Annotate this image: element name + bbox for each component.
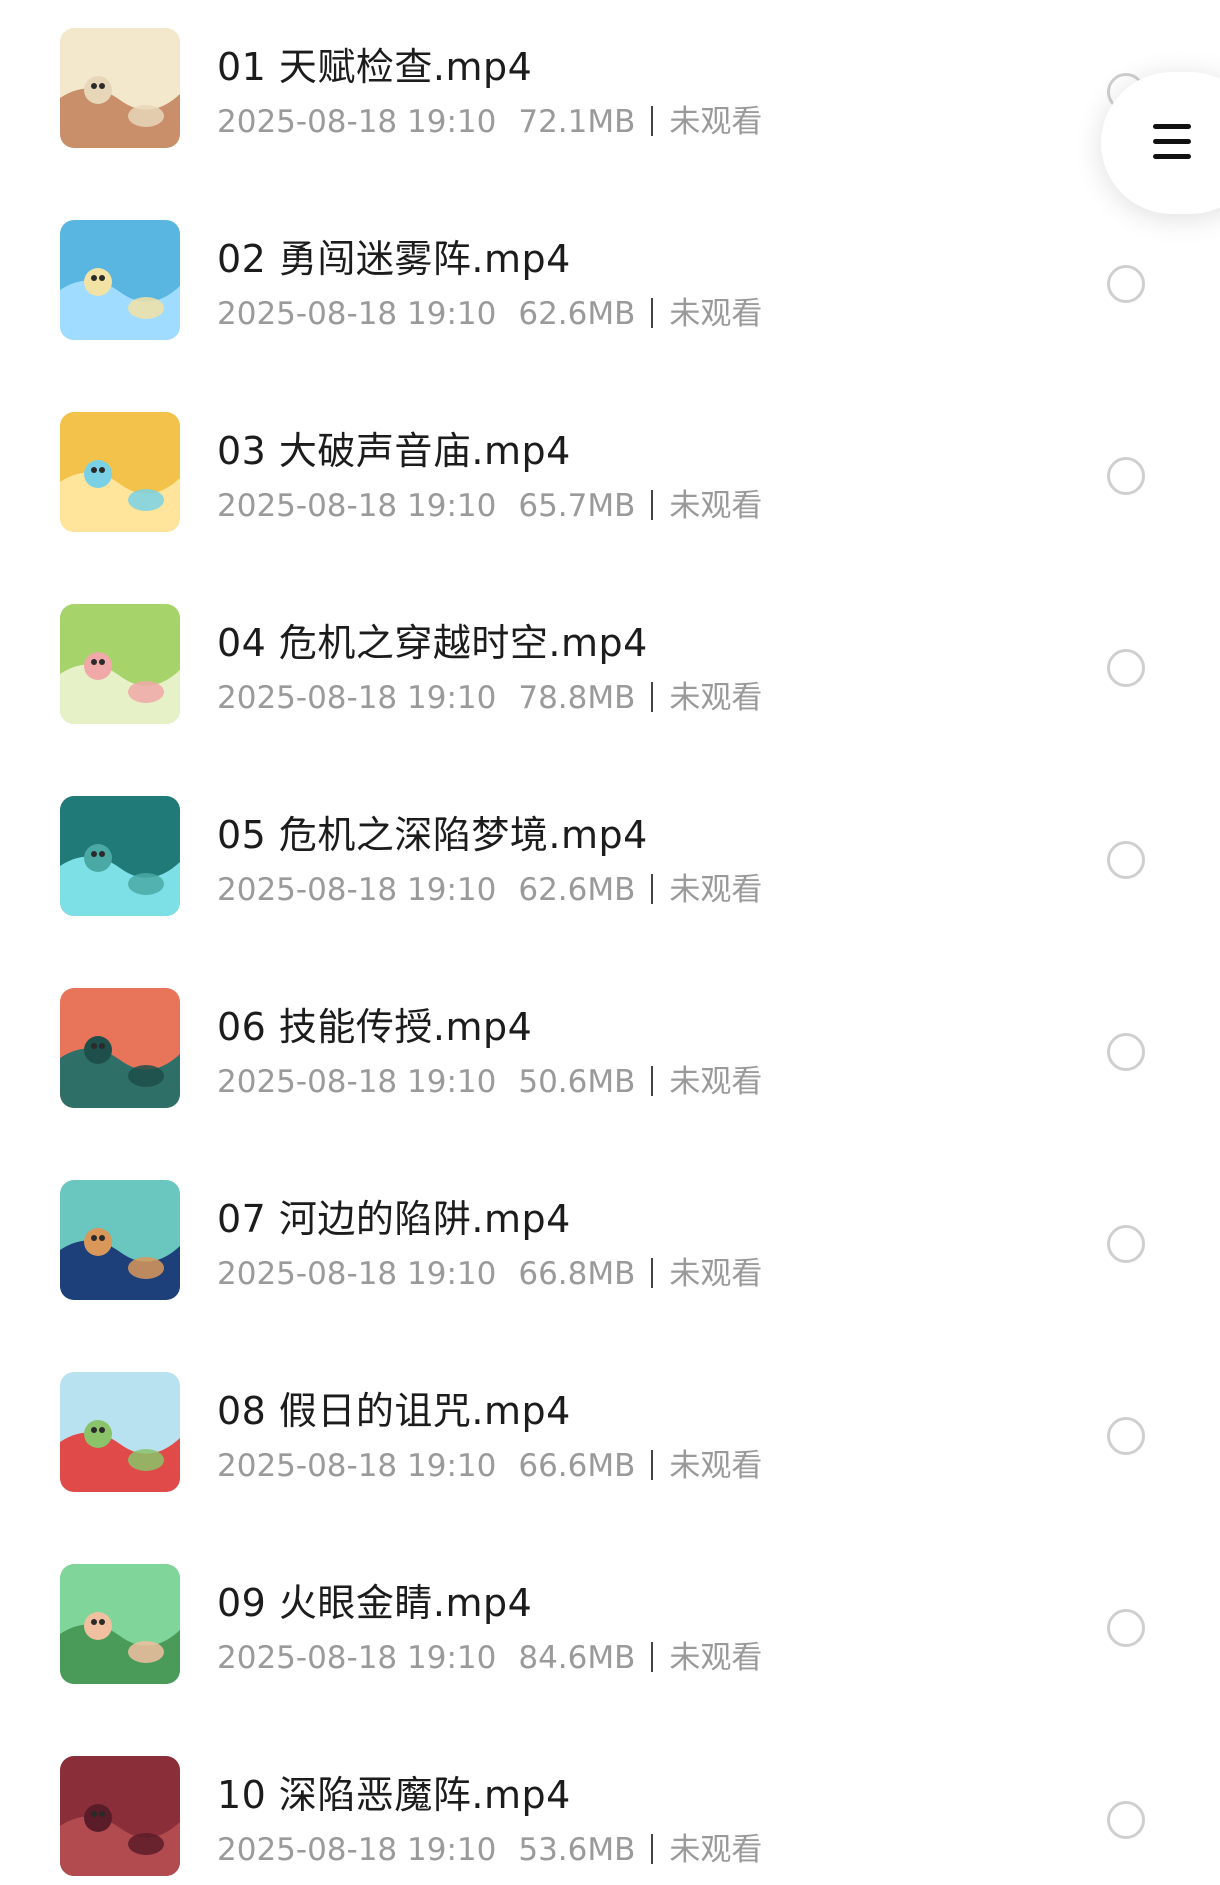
- file-name: 08 假日的诅咒.mp4: [217, 1389, 571, 1433]
- select-checkbox[interactable]: [1107, 1417, 1145, 1455]
- watch-status: 未观看: [669, 1640, 763, 1676]
- file-name: 09 火眼金睛.mp4: [217, 1581, 533, 1625]
- video-thumbnail: [60, 988, 180, 1108]
- meta-divider: [651, 298, 654, 328]
- file-date: 2025-08-18 19:10: [217, 296, 497, 332]
- file-name: 02 勇闯迷雾阵.mp4: [217, 237, 571, 281]
- select-checkbox[interactable]: [1107, 649, 1145, 687]
- file-row[interactable]: 01 天赋检查.mp4 2025-08-18 19:10 72.1MB 未观看: [0, 0, 1220, 172]
- video-thumbnail: [60, 28, 180, 148]
- video-thumbnail: [60, 412, 180, 532]
- file-list-screen: 01 天赋检查.mp4 2025-08-18 19:10 72.1MB 未观看 02 勇…: [0, 0, 1220, 1885]
- file-size: 78.8MB: [518, 680, 636, 716]
- file-meta: 2025-08-18 19:10 65.7MB 未观看: [217, 480, 762, 525]
- file-size: 50.6MB: [518, 1064, 636, 1100]
- file-row[interactable]: 06 技能传授.mp4 2025-08-18 19:10 50.6MB 未观看: [0, 940, 1220, 1132]
- select-checkbox[interactable]: [1107, 841, 1145, 879]
- file-date: 2025-08-18 19:10: [217, 680, 497, 716]
- video-thumbnail: [60, 796, 180, 916]
- watch-status: 未观看: [669, 680, 763, 716]
- file-row[interactable]: 03 大破声音庙.mp4 2025-08-18 19:10 65.7MB 未观看: [0, 364, 1220, 556]
- file-row[interactable]: 04 危机之穿越时空.mp4 2025-08-18 19:10 78.8MB 未观看: [0, 556, 1220, 748]
- file-date: 2025-08-18 19:10: [217, 1064, 497, 1100]
- meta-divider: [651, 874, 654, 904]
- watch-status: 未观看: [669, 872, 763, 908]
- file-meta: 2025-08-18 19:10 66.8MB 未观看: [217, 1248, 762, 1293]
- watch-status: 未观看: [669, 104, 763, 140]
- file-meta: 2025-08-18 19:10 72.1MB 未观看: [217, 96, 762, 141]
- select-checkbox[interactable]: [1107, 1609, 1145, 1647]
- hamburger-menu-icon: [1153, 124, 1191, 160]
- meta-divider: [651, 1834, 654, 1864]
- file-name: 03 大破声音庙.mp4: [217, 429, 571, 473]
- file-meta: 2025-08-18 19:10 78.8MB 未观看: [217, 672, 762, 717]
- file-row[interactable]: 10 深陷恶魔阵.mp4 2025-08-18 19:10 53.6MB 未观看: [0, 1708, 1220, 1885]
- file-name: 07 河边的陷阱.mp4: [217, 1197, 571, 1241]
- file-name: 04 危机之穿越时空.mp4: [217, 621, 648, 665]
- file-name: 06 技能传授.mp4: [217, 1005, 533, 1049]
- video-thumbnail: [60, 1756, 180, 1876]
- video-thumbnail: [60, 1564, 180, 1684]
- file-meta: 2025-08-18 19:10 84.6MB 未观看: [217, 1632, 762, 1677]
- file-name: 10 深陷恶魔阵.mp4: [217, 1773, 571, 1817]
- file-date: 2025-08-18 19:10: [217, 104, 497, 140]
- file-size: 53.6MB: [518, 1832, 636, 1868]
- file-date: 2025-08-18 19:10: [217, 1832, 497, 1868]
- file-meta: 2025-08-18 19:10 62.6MB 未观看: [217, 288, 762, 333]
- file-size: 84.6MB: [518, 1640, 636, 1676]
- file-size: 66.6MB: [518, 1448, 636, 1484]
- select-checkbox[interactable]: [1107, 1033, 1145, 1071]
- file-meta: 2025-08-18 19:10 50.6MB 未观看: [217, 1056, 762, 1101]
- file-date: 2025-08-18 19:10: [217, 488, 497, 524]
- file-row[interactable]: 02 勇闯迷雾阵.mp4 2025-08-18 19:10 62.6MB 未观看: [0, 172, 1220, 364]
- file-meta: 2025-08-18 19:10 66.6MB 未观看: [217, 1440, 762, 1485]
- file-row[interactable]: 09 火眼金睛.mp4 2025-08-18 19:10 84.6MB 未观看: [0, 1516, 1220, 1708]
- select-checkbox[interactable]: [1107, 457, 1145, 495]
- meta-divider: [651, 682, 654, 712]
- file-meta: 2025-08-18 19:10 53.6MB 未观看: [217, 1824, 762, 1869]
- file-date: 2025-08-18 19:10: [217, 872, 497, 908]
- file-size: 66.8MB: [518, 1256, 636, 1292]
- watch-status: 未观看: [669, 1832, 763, 1868]
- file-row[interactable]: 07 河边的陷阱.mp4 2025-08-18 19:10 66.8MB 未观看: [0, 1132, 1220, 1324]
- file-date: 2025-08-18 19:10: [217, 1640, 497, 1676]
- watch-status: 未观看: [669, 1064, 763, 1100]
- file-meta: 2025-08-18 19:10 62.6MB 未观看: [217, 864, 762, 909]
- meta-divider: [651, 1450, 654, 1480]
- select-checkbox[interactable]: [1107, 1801, 1145, 1839]
- file-size: 65.7MB: [518, 488, 636, 524]
- watch-status: 未观看: [669, 488, 763, 524]
- meta-divider: [651, 1642, 654, 1672]
- video-thumbnail: [60, 1180, 180, 1300]
- video-thumbnail: [60, 220, 180, 340]
- meta-divider: [651, 106, 654, 136]
- file-row[interactable]: 05 危机之深陷梦境.mp4 2025-08-18 19:10 62.6MB 未观看: [0, 748, 1220, 940]
- watch-status: 未观看: [669, 1256, 763, 1292]
- select-checkbox[interactable]: [1107, 1225, 1145, 1263]
- file-size: 72.1MB: [518, 104, 636, 140]
- video-thumbnail: [60, 604, 180, 724]
- select-checkbox[interactable]: [1107, 265, 1145, 303]
- file-date: 2025-08-18 19:10: [217, 1256, 497, 1292]
- file-date: 2025-08-18 19:10: [217, 1448, 497, 1484]
- file-size: 62.6MB: [518, 296, 636, 332]
- meta-divider: [651, 1066, 654, 1096]
- file-name: 05 危机之深陷梦境.mp4: [217, 813, 648, 857]
- file-name: 01 天赋检查.mp4: [217, 45, 533, 89]
- video-thumbnail: [60, 1372, 180, 1492]
- meta-divider: [651, 1258, 654, 1288]
- file-size: 62.6MB: [518, 872, 636, 908]
- watch-status: 未观看: [669, 1448, 763, 1484]
- watch-status: 未观看: [669, 296, 763, 332]
- meta-divider: [651, 490, 654, 520]
- file-row[interactable]: 08 假日的诅咒.mp4 2025-08-18 19:10 66.6MB 未观看: [0, 1324, 1220, 1516]
